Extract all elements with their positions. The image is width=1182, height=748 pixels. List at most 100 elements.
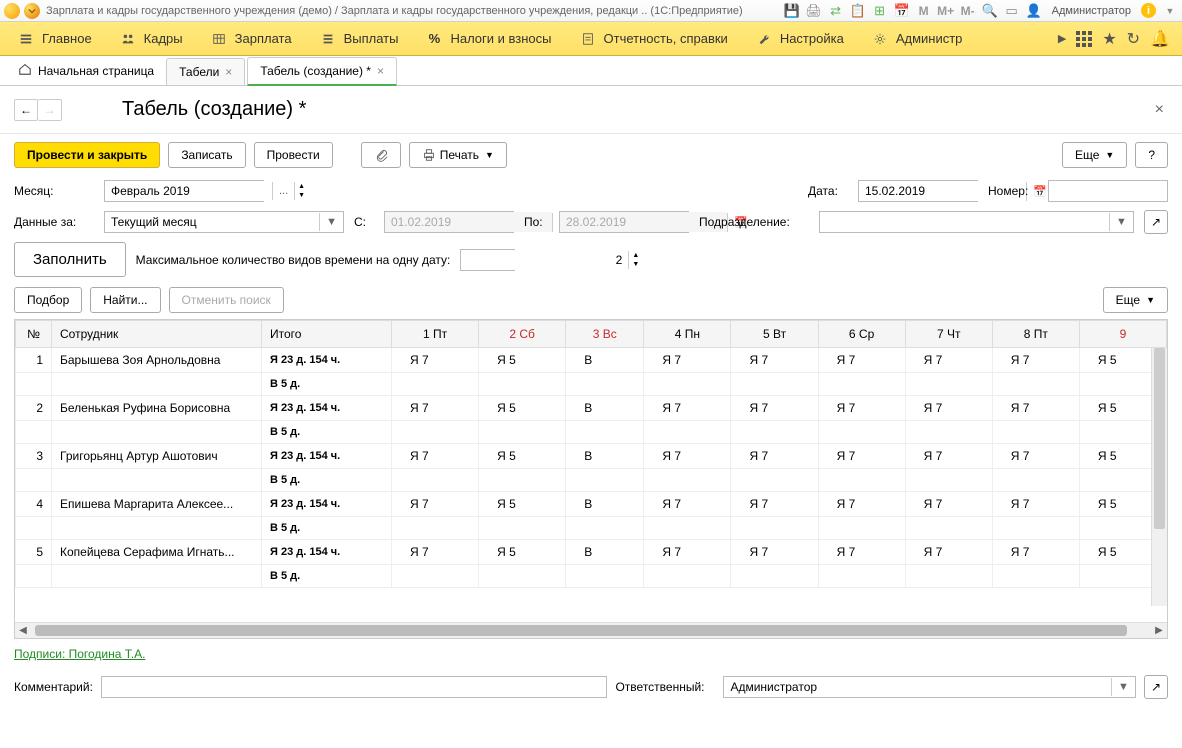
- more-button[interactable]: Еще▼: [1062, 142, 1127, 168]
- cell-day[interactable]: Я 7: [644, 492, 731, 517]
- bell-icon[interactable]: 🔔: [1150, 29, 1170, 49]
- table-row[interactable]: 1Барышева Зоя АрнольдовнаЯ 23 д. 154 ч.Я…: [16, 348, 1167, 373]
- cell-day[interactable]: Я 7: [392, 396, 479, 421]
- fill-button[interactable]: Заполнить: [14, 242, 126, 277]
- col-employee[interactable]: Сотрудник: [52, 321, 262, 348]
- cell-day[interactable]: Я 5: [479, 348, 566, 373]
- cell-day[interactable]: Я 5: [479, 540, 566, 565]
- user-name[interactable]: Администратор: [1048, 3, 1135, 19]
- cell-day[interactable]: Я 7: [818, 348, 905, 373]
- cell-day[interactable]: В: [566, 444, 644, 469]
- col-day-5[interactable]: 5 Вт: [731, 321, 818, 348]
- cell-day[interactable]: Я 7: [392, 540, 479, 565]
- col-day-2[interactable]: 2 Сб: [479, 321, 566, 348]
- menu-kadry[interactable]: Кадры: [106, 22, 197, 56]
- col-num[interactable]: №: [16, 321, 52, 348]
- close-icon[interactable]: ×: [225, 65, 232, 79]
- menu-taxes[interactable]: % Налоги и взносы: [412, 22, 565, 56]
- cell-day[interactable]: Я 7: [818, 396, 905, 421]
- month-stepper[interactable]: ▲▼: [294, 182, 308, 200]
- cell-day[interactable]: Я 7: [818, 492, 905, 517]
- tab-tabel-create[interactable]: Табель (создание) * ×: [247, 57, 397, 86]
- table-row[interactable]: 2Беленькая Руфина БорисовнаЯ 23 д. 154 ч…: [16, 396, 1167, 421]
- comment-input[interactable]: [101, 676, 608, 698]
- cell-day[interactable]: Я 5: [479, 444, 566, 469]
- print-icon[interactable]: 🖨: [806, 3, 822, 19]
- menu-settings[interactable]: Настройка: [742, 22, 858, 56]
- info-icon[interactable]: i: [1141, 3, 1156, 18]
- cell-day[interactable]: Я 7: [731, 396, 818, 421]
- ellipsis-icon[interactable]: ...: [272, 182, 294, 200]
- cell-day[interactable]: Я 7: [392, 444, 479, 469]
- responsible-input[interactable]: [724, 677, 1111, 697]
- compare-icon[interactable]: ⇄: [828, 3, 844, 19]
- cell-day[interactable]: В: [566, 540, 644, 565]
- cell-day[interactable]: В: [566, 348, 644, 373]
- zoom-icon[interactable]: 🔍: [982, 3, 998, 19]
- save-close-button[interactable]: Провести и закрыть: [14, 142, 160, 168]
- menu-salary[interactable]: Зарплата: [197, 22, 306, 56]
- cell-day[interactable]: Я 7: [818, 540, 905, 565]
- cell-day[interactable]: Я 7: [392, 492, 479, 517]
- cell-day[interactable]: Я 7: [644, 396, 731, 421]
- col-day-9[interactable]: 9: [1079, 321, 1166, 348]
- table-row[interactable]: 4Епишева Маргарита Алексее...Я 23 д. 154…: [16, 492, 1167, 517]
- chevron-down-icon[interactable]: ▼: [319, 213, 343, 231]
- cell-day[interactable]: Я 5: [479, 492, 566, 517]
- cell-day[interactable]: Я 7: [905, 444, 992, 469]
- window-list-icon[interactable]: ▭: [1004, 3, 1020, 19]
- mminus-icon[interactable]: M-: [960, 3, 976, 19]
- history-icon[interactable]: ↻: [1127, 29, 1140, 49]
- table-row[interactable]: 3Григорьянц Артур АшотовичЯ 23 д. 154 ч.…: [16, 444, 1167, 469]
- cell-day[interactable]: Я 7: [644, 444, 731, 469]
- tab-home[interactable]: Начальная страница: [8, 56, 164, 85]
- cell-day[interactable]: Я 7: [992, 444, 1079, 469]
- back-button[interactable]: ←: [14, 99, 38, 121]
- data-for-input[interactable]: [105, 212, 319, 232]
- menu-reports[interactable]: Отчетность, справки: [566, 22, 742, 56]
- table-more-button[interactable]: Еще▼: [1103, 287, 1168, 313]
- apps-icon[interactable]: [1076, 31, 1092, 47]
- cell-day[interactable]: Я 7: [905, 396, 992, 421]
- cell-day[interactable]: Я 7: [992, 492, 1079, 517]
- copy-icon[interactable]: 📋: [850, 3, 866, 19]
- cell-day[interactable]: В: [566, 396, 644, 421]
- pick-button[interactable]: Подбор: [14, 287, 82, 313]
- cell-day[interactable]: Я 7: [905, 540, 992, 565]
- cell-day[interactable]: Я 7: [731, 444, 818, 469]
- m-icon[interactable]: M: [916, 3, 932, 19]
- save-icon[interactable]: 💾: [784, 3, 800, 19]
- cell-day[interactable]: Я 7: [731, 492, 818, 517]
- cell-day[interactable]: Я 7: [818, 444, 905, 469]
- menu-main[interactable]: Главное: [4, 22, 106, 56]
- signatures-link[interactable]: Подписи: Погодина Т.А.: [14, 647, 145, 661]
- number-input[interactable]: [1048, 180, 1168, 202]
- mplus-icon[interactable]: M+: [938, 3, 954, 19]
- cell-day[interactable]: Я 7: [905, 492, 992, 517]
- chevron-down-icon[interactable]: ▼: [1109, 213, 1133, 231]
- chevron-down-icon[interactable]: ▼: [1111, 678, 1135, 696]
- month-input[interactable]: [105, 181, 272, 201]
- max-kinds-stepper[interactable]: ▲▼: [628, 251, 642, 269]
- title-dropdown-icon[interactable]: ▼: [1162, 3, 1178, 19]
- attachment-button[interactable]: [361, 142, 401, 168]
- col-day-6[interactable]: 6 Ср: [818, 321, 905, 348]
- max-kinds-input[interactable]: [461, 250, 628, 270]
- table-row[interactable]: 5Копейцева Серафима Игнать...Я 23 д. 154…: [16, 540, 1167, 565]
- find-button[interactable]: Найти...: [90, 287, 160, 313]
- cell-day[interactable]: Я 7: [992, 396, 1079, 421]
- vertical-scrollbar[interactable]: [1151, 348, 1167, 606]
- help-button[interactable]: ?: [1135, 142, 1168, 168]
- cell-day[interactable]: Я 5: [479, 396, 566, 421]
- responsible-open-button[interactable]: ↗: [1144, 675, 1168, 699]
- post-button[interactable]: Провести: [254, 142, 333, 168]
- cell-day[interactable]: В: [566, 492, 644, 517]
- max-kinds-field[interactable]: ▲▼: [460, 249, 515, 271]
- menu-admin[interactable]: Администр: [858, 22, 977, 56]
- menu-payments[interactable]: Выплаты: [306, 22, 413, 56]
- scroll-right-icon[interactable]: ▶: [1151, 623, 1167, 638]
- cell-day[interactable]: Я 7: [644, 540, 731, 565]
- close-icon[interactable]: ×: [377, 64, 384, 78]
- responsible-field[interactable]: ▼: [723, 676, 1135, 698]
- cell-day[interactable]: Я 7: [644, 348, 731, 373]
